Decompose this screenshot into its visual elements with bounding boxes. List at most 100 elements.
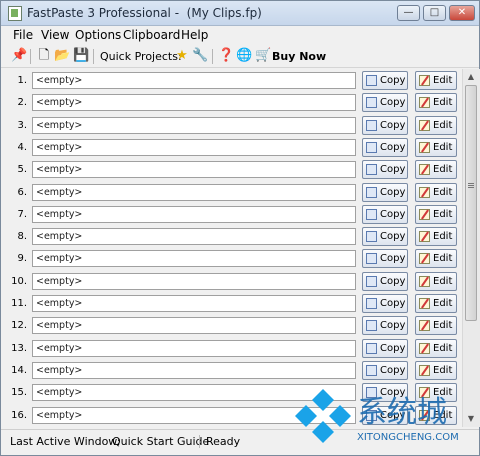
edit-button[interactable]: Edit [415,249,457,269]
clip-field[interactable]: <empty> [32,94,356,112]
save-icon[interactable]: 💾 [73,48,89,64]
clip-field[interactable]: <empty> [32,183,356,201]
edit-icon [419,342,430,354]
buy-now-link[interactable]: Buy Now [272,50,326,63]
minimize-button[interactable]: — [397,5,420,21]
clip-field[interactable]: <empty> [32,361,356,379]
edit-button[interactable]: Edit [415,71,457,90]
clip-row: 3. <empty> Copy Edit [1,115,461,138]
copy-button[interactable]: Copy [362,294,408,313]
toolbar-separator [93,49,94,64]
clip-row: 5. <empty> Copy Edit [1,160,461,182]
menu-file[interactable]: File [13,28,33,42]
clip-number: 1. [17,75,27,86]
watermark-logo: 系统城 XITONGCHENG.COM [295,389,459,443]
copy-label: Copy [380,253,406,265]
edit-button[interactable]: Edit [415,182,457,202]
copy-icon [366,298,377,309]
edit-button[interactable]: Edit [415,137,457,157]
help-icon[interactable]: ❓ [218,48,234,64]
copy-button[interactable]: Copy [362,271,408,291]
edit-icon [419,75,430,86]
edit-button[interactable]: Edit [415,227,457,247]
copy-button[interactable]: Copy [362,360,408,380]
copy-button[interactable]: Copy [362,338,408,358]
edit-button[interactable]: Edit [415,115,457,135]
edit-button[interactable]: Edit [415,93,457,113]
star-icon[interactable]: ★ [174,48,190,64]
edit-button[interactable]: Edit [415,160,457,180]
edit-button[interactable]: Edit [415,294,457,313]
clip-field[interactable]: <empty> [32,72,356,89]
edit-icon [419,119,430,131]
clip-field[interactable]: <empty> [32,317,356,335]
edit-label: Edit [433,164,453,176]
clip-field[interactable]: <empty> [32,250,356,268]
copy-button[interactable]: Copy [362,71,408,90]
clip-number: 3. [17,119,27,131]
close-button[interactable]: ✕ [449,5,475,21]
watermark-brand: 系统城 [357,395,447,430]
copy-button[interactable]: Copy [362,93,408,113]
edit-button[interactable]: Edit [415,316,457,336]
wrench-icon[interactable]: 🔧 [192,48,208,64]
clip-field[interactable]: <empty> [32,272,356,290]
menu-view[interactable]: View [41,28,69,42]
edit-icon [419,253,430,265]
maximize-button[interactable]: □ [423,5,446,21]
open-folder-icon[interactable]: 📂 [54,48,70,64]
clip-number: 6. [17,186,27,198]
clip-row: 2. <empty> Copy Edit [1,93,461,115]
menu-clipboard[interactable]: Clipboard [123,28,180,42]
copy-button[interactable]: Copy [362,227,408,247]
clip-field[interactable]: <empty> [32,161,356,179]
clip-row: 12. <empty> Copy Edit [1,316,461,338]
clip-row: 8. <empty> Copy Edit [1,227,461,249]
grip-icon [468,183,474,184]
edit-label: Edit [433,186,453,198]
edit-button[interactable]: Edit [415,338,457,358]
new-file-icon[interactable]: 🗋 [36,48,52,64]
copy-label: Copy [380,298,406,309]
pin-icon[interactable]: 📌 [11,48,27,64]
clip-field[interactable]: <empty> [32,205,356,223]
edit-button[interactable]: Edit [415,360,457,380]
copy-button[interactable]: Copy [362,137,408,157]
clip-field[interactable]: <empty> [32,116,356,134]
copy-button[interactable]: Copy [362,160,408,180]
edit-button[interactable]: Edit [415,204,457,224]
menu-help[interactable]: Help [181,28,208,42]
title-bar[interactable]: FastPaste 3 Professional - (My Clips.fp)… [1,1,479,26]
edit-icon [419,97,430,109]
edit-icon [419,231,430,243]
edit-button[interactable]: Edit [415,271,457,291]
globe-icon[interactable]: 🌐 [236,48,252,64]
copy-label: Copy [380,141,406,153]
copy-button[interactable]: Copy [362,182,408,202]
copy-label: Copy [380,231,406,243]
copy-label: Copy [380,164,406,176]
scroll-thumb[interactable] [465,85,477,321]
scroll-up-arrow-icon[interactable]: ▲ [465,71,477,83]
status-separator [199,435,200,448]
copy-button[interactable]: Copy [362,115,408,135]
clip-row: 11. <empty> Copy Edit [1,294,461,316]
vertical-scrollbar[interactable]: ▲ ▼ [462,69,480,427]
edit-icon [419,208,430,220]
buy-icon[interactable]: 🛒 [255,48,271,64]
clip-row: 4. <empty> Copy Edit [1,137,461,160]
copy-icon [366,208,377,220]
clip-number: 9. [17,253,27,265]
clip-field[interactable]: <empty> [32,138,356,156]
clip-field[interactable]: <empty> [32,228,356,246]
clip-field[interactable]: <empty> [32,295,356,312]
clip-field[interactable]: <empty> [32,339,356,357]
edit-label: Edit [433,141,453,153]
menu-options[interactable]: Options [75,28,121,42]
edit-label: Edit [433,119,453,131]
copy-button[interactable]: Copy [362,249,408,269]
copy-button[interactable]: Copy [362,204,408,224]
edit-label: Edit [433,231,453,243]
clip-number: 5. [17,164,27,176]
copy-button[interactable]: Copy [362,316,408,336]
